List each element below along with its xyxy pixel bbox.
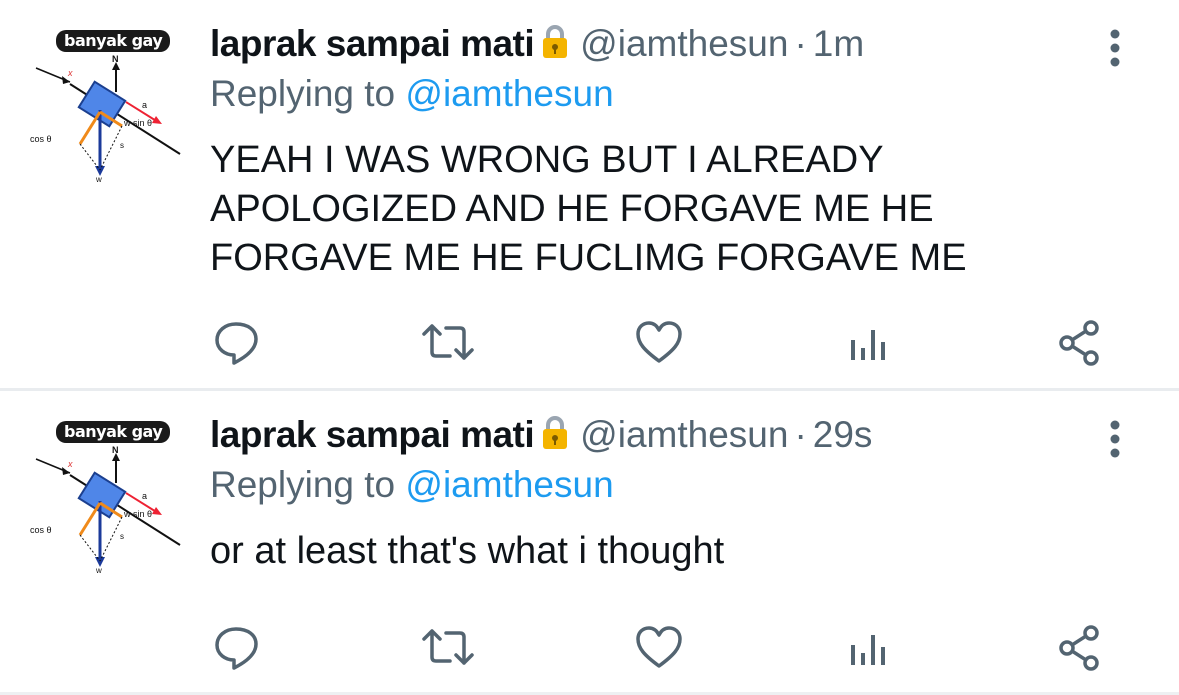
tweet[interactable]: banyak gay x N a w sin θ cos θ s w lapra… — [0, 0, 1179, 391]
avatar-caption: banyak gay — [56, 421, 171, 443]
reply-icon[interactable] — [212, 318, 262, 368]
views-icon[interactable] — [843, 318, 893, 368]
avatar[interactable]: banyak gay x N a w sin θ cos θ s w — [30, 26, 190, 186]
share-icon[interactable] — [1055, 318, 1105, 368]
tweet-text: YEAH I WAS WRONG BUT I ALREADY APOLOGIZE… — [210, 136, 1110, 283]
svg-text:x: x — [67, 68, 73, 78]
svg-text:w sin θ: w sin θ — [123, 509, 152, 519]
physics-diagram-image: x N a w sin θ cos θ s w — [30, 445, 181, 575]
handle[interactable]: @iamthesun — [580, 23, 788, 64]
svg-text:s: s — [120, 532, 124, 541]
separator: · — [794, 23, 807, 64]
svg-text:s: s — [120, 141, 124, 150]
display-name[interactable]: laprak sampai mati — [210, 414, 535, 455]
svg-text:w: w — [95, 566, 102, 575]
physics-diagram-image: x N a w sin θ cos θ s w — [30, 54, 181, 184]
mention-link[interactable]: @iamthesun — [405, 464, 613, 505]
tweet-text-line: APOLOGIZED AND HE FORGAVE ME HE — [210, 188, 934, 230]
svg-text:N: N — [112, 445, 119, 455]
tweet-text-line: FORGAVE ME HE FUCLIMG FORGAVE ME — [210, 237, 967, 279]
svg-text:N: N — [112, 54, 119, 64]
separator: · — [794, 414, 807, 455]
avatar[interactable]: banyak gay x N a w sin θ cos θ s w — [30, 417, 190, 577]
svg-text:a: a — [142, 100, 147, 110]
more-options-icon[interactable] — [1100, 24, 1130, 74]
tweet-text-line: or at least that's what i thought — [210, 530, 725, 572]
display-name[interactable]: laprak sampai mati — [210, 23, 535, 64]
replying-to: Replying to @iamthesun — [210, 461, 614, 509]
retweet-icon[interactable] — [420, 318, 474, 368]
views-icon[interactable] — [843, 623, 893, 673]
like-icon[interactable] — [634, 318, 684, 368]
action-bar — [0, 312, 1179, 372]
replying-prefix: Replying to — [210, 73, 396, 114]
tweet[interactable]: banyak gay x N a w sin θ cos θ s w lapra… — [0, 391, 1179, 695]
svg-text:x: x — [67, 459, 73, 469]
retweet-icon[interactable] — [420, 623, 474, 673]
tweet-text-line: YEAH I WAS WRONG BUT I ALREADY — [210, 139, 884, 181]
handle[interactable]: @iamthesun — [580, 414, 788, 455]
svg-text:w: w — [95, 175, 102, 184]
tweet-header: laprak sampai mati @iamthesun · 29s — [210, 411, 872, 463]
timestamp[interactable]: 29s — [813, 414, 873, 455]
lock-icon — [540, 415, 570, 463]
like-icon[interactable] — [634, 623, 684, 673]
svg-text:w sin θ: w sin θ — [123, 118, 152, 128]
lock-icon — [540, 24, 570, 72]
svg-text:cos θ: cos θ — [30, 525, 52, 535]
svg-text:cos θ: cos θ — [30, 134, 52, 144]
svg-text:a: a — [142, 491, 147, 501]
mention-link[interactable]: @iamthesun — [405, 73, 613, 114]
action-bar — [0, 617, 1179, 677]
replying-prefix: Replying to — [210, 464, 396, 505]
avatar-caption: banyak gay — [56, 30, 171, 52]
tweet-header: laprak sampai mati @iamthesun · 1m — [210, 20, 864, 72]
share-icon[interactable] — [1055, 623, 1105, 673]
more-options-icon[interactable] — [1100, 415, 1130, 465]
reply-icon[interactable] — [212, 623, 262, 673]
tweet-text: or at least that's what i thought — [210, 527, 1110, 576]
timestamp[interactable]: 1m — [813, 23, 864, 64]
replying-to: Replying to @iamthesun — [210, 70, 614, 118]
